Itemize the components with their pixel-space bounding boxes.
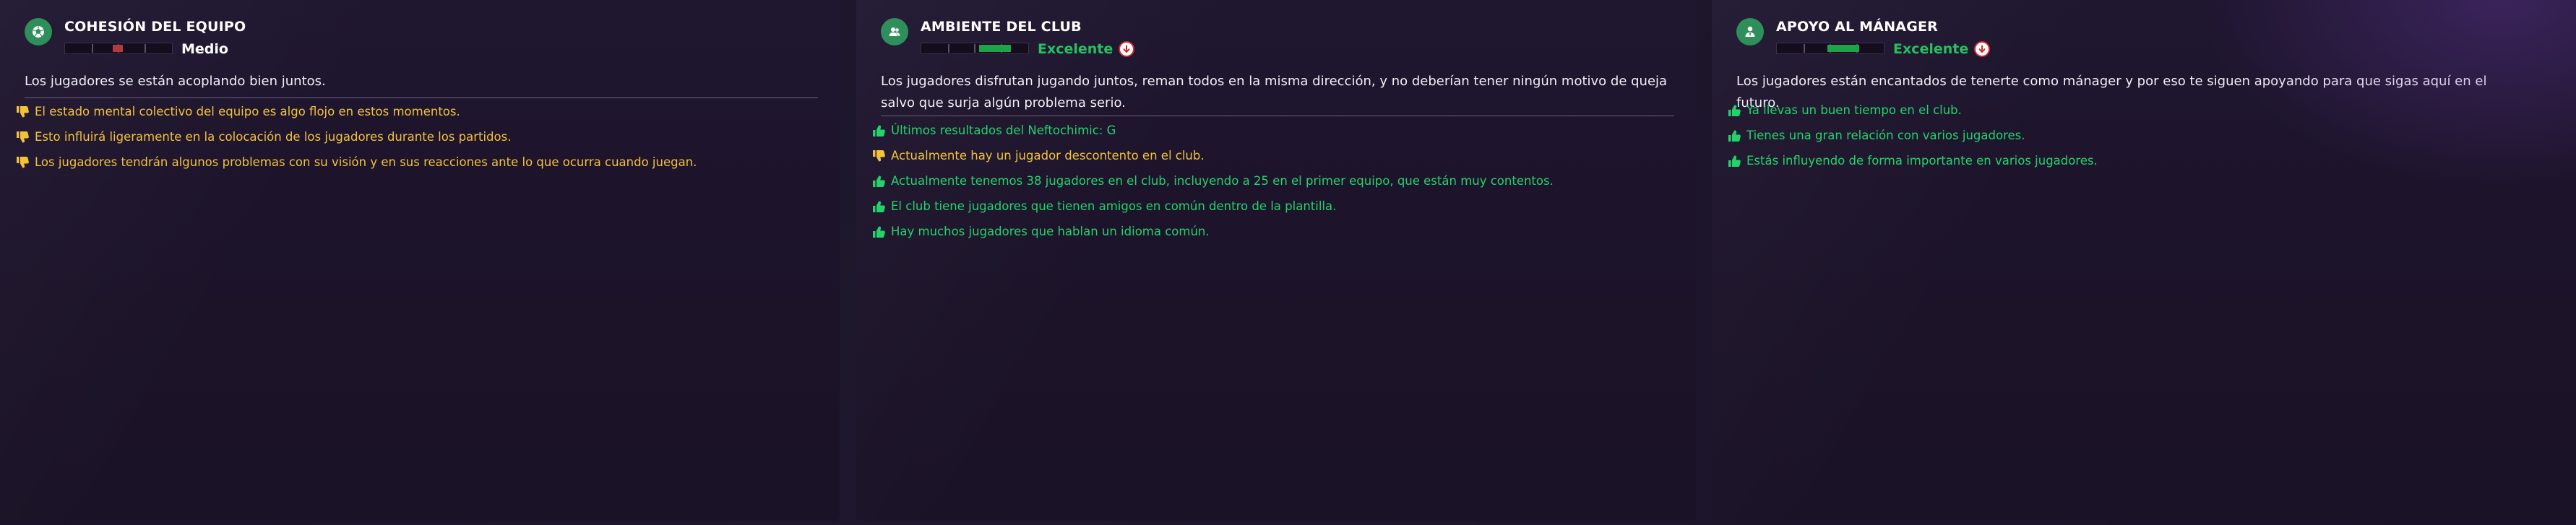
rating-label: Excelente	[1893, 41, 1969, 57]
thumbs-up-icon	[1726, 103, 1746, 118]
rating-label: Excelente	[1038, 41, 1113, 57]
meter-tick	[948, 44, 949, 53]
panel-title: AMBIENTE DEL CLUB	[921, 19, 1082, 35]
reason-text: Hay muchos jugadores que hablan un idiom…	[891, 225, 1210, 238]
meter-tick	[92, 44, 93, 53]
manager-icon	[1736, 18, 1764, 45]
panel-summary: Los jugadores se están acoplando bien ju…	[25, 74, 326, 89]
reason-text: Últimos resultados del Neftochimic: G	[891, 123, 1116, 137]
people-icon	[881, 18, 908, 45]
reason-text: Esto influirá ligeramente en la colocaci…	[35, 130, 512, 144]
thumbs-down-icon	[871, 148, 891, 164]
reason-item: Esto influirá ligeramente en la colocaci…	[14, 124, 697, 149]
reason-list: Últimos resultados del Neftochimic: G Act…	[871, 118, 1554, 244]
reason-item: Ya llevas un buen tiempo en el club.	[1726, 97, 2098, 123]
reason-item: Actualmente hay un jugador descontento e…	[871, 143, 1554, 168]
reason-text: Actualmente hay un jugador descontento e…	[891, 149, 1205, 162]
reason-item: El club tiene jugadores que tienen amigo…	[871, 194, 1554, 219]
reason-text: Los jugadores tendrán algunos problemas …	[35, 155, 697, 169]
reason-text: Actualmente tenemos 38 jugadores en el c…	[891, 174, 1554, 188]
panel-summary: Los jugadores disfrutan jugando juntos, …	[881, 74, 1668, 110]
football-icon	[25, 18, 52, 45]
reason-text: El club tiene jugadores que tienen amigo…	[891, 199, 1337, 213]
reason-item: El estado mental colectivo del equipo es…	[14, 99, 697, 124]
thumbs-up-icon	[1726, 128, 1746, 144]
rating-label-wrap: Excelente	[1038, 41, 1135, 57]
divider	[25, 97, 818, 98]
reason-list: Ya llevas un buen tiempo en el club. Tien…	[1726, 97, 2098, 173]
thumbs-up-icon	[1726, 153, 1746, 169]
reason-item: Estás influyendo de forma importante en …	[1726, 148, 2098, 173]
reason-text: Ya llevas un buen tiempo en el club.	[1746, 103, 1962, 117]
panel-title: COHESIÓN DEL EQUIPO	[64, 19, 246, 35]
club-atmosphere-panel: AMBIENTE DEL CLUB Excelente Los jugadore…	[856, 0, 1696, 521]
reason-list: El estado mental colectivo del equipo es…	[14, 99, 697, 175]
thumbs-down-icon	[14, 129, 35, 145]
rating-meter	[921, 43, 1029, 54]
rating-label: Medio	[181, 41, 228, 57]
reason-item: Actualmente tenemos 38 jugadores en el c…	[871, 168, 1554, 194]
rating-meter	[64, 43, 173, 54]
thumbs-up-icon	[871, 173, 891, 189]
meter-fill	[1827, 45, 1859, 52]
thumbs-up-icon	[871, 199, 891, 214]
rating-label-wrap: Excelente	[1893, 41, 1991, 57]
meter-tick	[974, 44, 975, 53]
thumbs-up-icon	[871, 123, 891, 139]
meter-tick	[145, 44, 146, 53]
reason-item: Últimos resultados del Neftochimic: G	[871, 118, 1554, 143]
thumbs-down-icon	[14, 104, 35, 120]
meter-fill	[113, 45, 123, 52]
thumbs-up-icon	[871, 224, 891, 240]
meter-fill	[979, 45, 1011, 52]
team-cohesion-panel: COHESIÓN DEL EQUIPO Medio Los jugadores …	[0, 0, 840, 521]
reason-text: Estás influyendo de forma importante en …	[1746, 154, 2098, 168]
rating-meter	[1776, 43, 1884, 54]
reason-item: Los jugadores tendrán algunos problemas …	[14, 149, 697, 175]
thumbs-down-icon	[14, 155, 35, 170]
rating-label-wrap: Medio	[181, 41, 228, 57]
reason-item: Hay muchos jugadores que hablan un idiom…	[871, 219, 1554, 244]
reason-item: Tienes una gran relación con varios juga…	[1726, 123, 2098, 148]
panel-title: APOYO AL MÁNAGER	[1776, 19, 1939, 35]
trend-down-icon	[1974, 41, 1991, 57]
reason-text: El estado mental colectivo del equipo es…	[35, 105, 460, 118]
meter-tick	[1804, 44, 1805, 53]
trend-down-icon	[1119, 41, 1135, 57]
reason-text: Tienes una gran relación con varios juga…	[1746, 129, 2025, 142]
manager-support-panel: APOYO AL MÁNAGER Excelente Los jugadores…	[1712, 0, 2576, 521]
